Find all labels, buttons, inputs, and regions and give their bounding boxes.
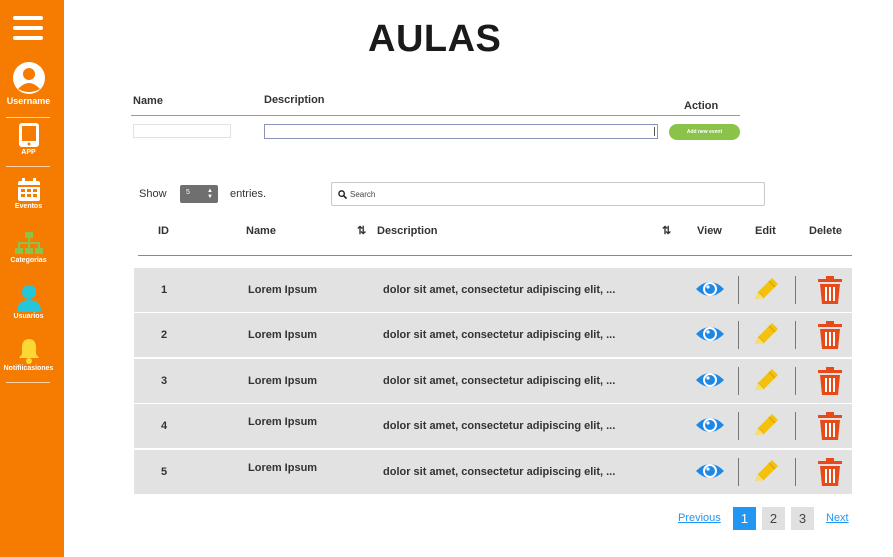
action-label: Action [684, 100, 719, 112]
row-id: 3 [161, 375, 168, 387]
delete-trash-icon[interactable] [817, 276, 847, 306]
action-divider [738, 276, 739, 304]
column-header-edit: Edit [755, 225, 776, 237]
search-box[interactable] [331, 182, 765, 206]
search-input[interactable] [350, 186, 750, 202]
view-eye-icon[interactable] [695, 276, 725, 306]
form-divider [131, 115, 740, 116]
page-title: AULAS [368, 18, 502, 60]
edit-pencil-icon[interactable] [751, 457, 781, 487]
calendar-icon [17, 178, 40, 201]
text-caret [654, 127, 655, 136]
hamburger-menu-icon[interactable] [13, 16, 43, 42]
sidebar-item-label: Eventos [14, 203, 43, 210]
action-divider [795, 458, 796, 486]
sidebar-item-label: Usuarios [13, 313, 44, 320]
row-id: 4 [161, 420, 168, 432]
action-divider [795, 412, 796, 440]
pagination-previous-link[interactable]: Previous [678, 512, 721, 524]
column-header-description: Description [377, 225, 438, 237]
delete-trash-icon[interactable] [817, 458, 847, 488]
entries-value: 5 [186, 189, 190, 196]
action-divider [738, 458, 739, 486]
sidebar-item-label: Notifiicasiones [3, 365, 54, 372]
chevron-updown-icon: ▲ ▼ [207, 188, 213, 200]
search-icon [338, 190, 347, 199]
delete-trash-icon[interactable] [817, 367, 847, 397]
tablet-icon [18, 123, 39, 147]
sidebar-item-notificaciones[interactable]: Notifiicasiones [0, 338, 57, 372]
row-name: Lorem Ipsum [248, 329, 318, 341]
sidebar-item-categorias[interactable]: Categorias [0, 232, 57, 264]
action-divider [738, 412, 739, 440]
sidebar-user-profile[interactable]: Username [0, 61, 57, 106]
hierarchy-icon [14, 232, 43, 254]
pagination-next-link[interactable]: Next [826, 512, 849, 524]
column-header-id: ID [158, 225, 169, 237]
row-description: dolor sit amet, consectetur adipiscing e… [383, 329, 616, 341]
user-avatar-icon [12, 62, 45, 94]
sidebar-item-label: Categorias [10, 257, 47, 264]
sidebar-item-eventos[interactable]: Eventos [0, 178, 57, 210]
user-icon [16, 285, 41, 312]
table-row: 2 Lorem Ipsum dolor sit amet, consectetur … [134, 313, 852, 357]
sidebar-divider [6, 117, 50, 118]
sort-icon[interactable]: ⇅ [357, 224, 366, 237]
edit-pencil-icon[interactable] [751, 366, 781, 396]
description-input[interactable] [264, 124, 658, 139]
action-divider [795, 276, 796, 304]
action-divider [795, 367, 796, 395]
table-row: 3 Lorem Ipsum dolor sit amet, consectetur … [134, 359, 852, 403]
sidebar-item-app[interactable]: APP [0, 122, 57, 156]
row-id: 1 [161, 284, 168, 296]
sidebar-username: Username [6, 96, 51, 106]
pagination-page-2[interactable]: 2 [762, 507, 785, 530]
column-header-delete: Delete [809, 225, 843, 237]
description-field-label: Description [264, 94, 325, 106]
view-eye-icon[interactable] [695, 321, 725, 351]
add-new-event-button[interactable]: Add new event [669, 124, 740, 140]
edit-pencil-icon[interactable] [751, 275, 781, 305]
action-divider [738, 321, 739, 349]
row-description: dolor sit amet, consectetur adipiscing e… [383, 420, 616, 432]
row-description: dolor sit amet, consectetur adipiscing e… [383, 284, 616, 296]
sidebar-divider [6, 382, 50, 383]
column-header-name: Name [246, 225, 276, 237]
action-divider [738, 367, 739, 395]
row-name: Lorem Ipsum [248, 375, 318, 387]
bell-icon [18, 339, 39, 364]
sidebar-divider [6, 166, 50, 167]
row-id: 2 [161, 329, 168, 341]
table-row: 5 Lorem Ipsum dolor sit amet, consectetur … [134, 450, 852, 494]
sort-icon[interactable]: ⇅ [662, 224, 671, 237]
view-eye-icon[interactable] [695, 412, 725, 442]
show-label: Show [139, 188, 167, 200]
edit-pencil-icon[interactable] [751, 320, 781, 350]
row-description: dolor sit amet, consectetur adipiscing e… [383, 375, 616, 387]
table-row: 4 Lorem Ipsum dolor sit amet, consectetur … [134, 404, 852, 448]
sidebar-item-usuarios[interactable]: Usuarios [0, 284, 57, 320]
action-divider [795, 321, 796, 349]
table-header-divider [138, 255, 852, 256]
pagination-page-3[interactable]: 3 [791, 507, 814, 530]
delete-trash-icon[interactable] [817, 412, 847, 442]
table-row: 1 Lorem Ipsum dolor sit amet, consectetur … [134, 268, 852, 312]
pagination-page-1[interactable]: 1 [733, 507, 756, 530]
view-eye-icon[interactable] [695, 367, 725, 397]
sidebar: Username APP Eventos Categorias Usuarios… [0, 0, 64, 557]
view-eye-icon[interactable] [695, 458, 725, 488]
sidebar-item-label: APP [21, 149, 36, 156]
name-field-label: Name [133, 95, 163, 107]
row-name: Lorem Ipsum [248, 462, 318, 474]
row-name: Lorem Ipsum [248, 284, 318, 296]
row-name: Lorem Ipsum [248, 416, 318, 428]
row-description: dolor sit amet, consectetur adipiscing e… [383, 466, 616, 478]
entries-label: entries. [230, 188, 267, 200]
delete-trash-icon[interactable] [817, 321, 847, 351]
edit-pencil-icon[interactable] [751, 411, 781, 441]
entries-select[interactable]: 5 ▲ ▼ [180, 185, 218, 203]
column-header-view: View [697, 225, 722, 237]
name-input[interactable] [133, 124, 231, 138]
row-id: 5 [161, 466, 168, 478]
